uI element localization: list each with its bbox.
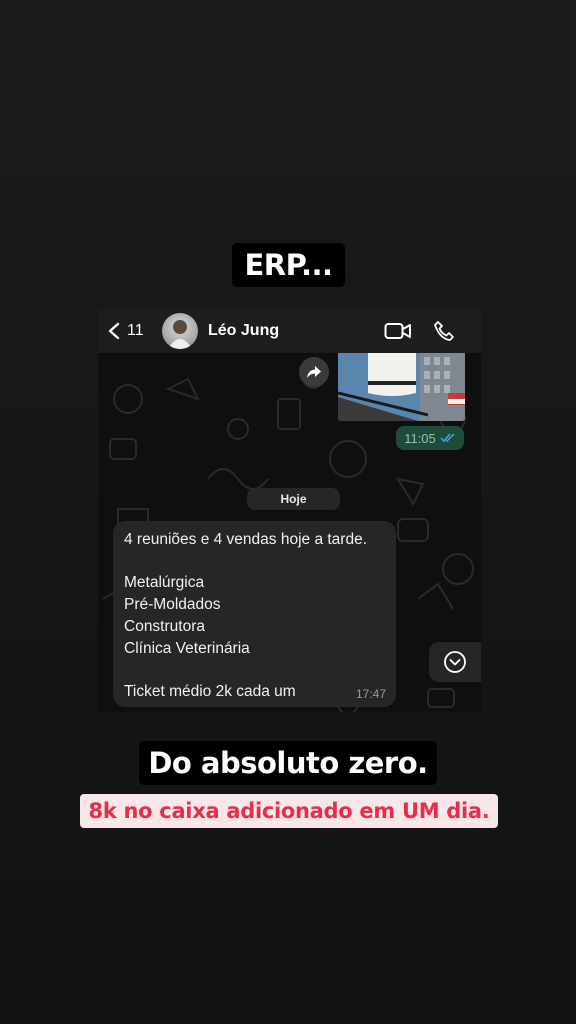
chevron-left-icon[interactable] xyxy=(107,322,121,340)
sent-time: 11:05 xyxy=(404,430,436,446)
double-check-icon xyxy=(440,433,455,443)
caption-top: ERP... xyxy=(232,243,345,287)
forward-button[interactable] xyxy=(299,357,329,387)
scroll-to-bottom-button[interactable] xyxy=(429,642,481,682)
message-text: 4 reuniões e 4 vendas hoje a tarde. Meta… xyxy=(124,531,368,700)
caption-highlight: 8k no caixa adicionado em UM dia. xyxy=(80,794,498,828)
message-time: 17:47 xyxy=(355,687,386,701)
shared-photo-thumbnail[interactable] xyxy=(338,353,465,421)
received-message[interactable]: 4 reuniões e 4 vendas hoje a tarde. Meta… xyxy=(113,521,396,707)
date-divider: Hoje xyxy=(247,488,340,510)
video-call-icon[interactable] xyxy=(384,321,412,341)
phone-icon[interactable] xyxy=(433,320,455,342)
sent-message-status: 11:05 xyxy=(396,426,464,450)
contact-avatar[interactable] xyxy=(162,313,198,349)
chevron-down-icon xyxy=(444,651,466,673)
whatsapp-screenshot: 11 Léo Jung 11:05 Hoje 4 reuniões e 4 ve xyxy=(98,309,481,712)
chat-header: 11 Léo Jung xyxy=(98,309,481,353)
caption-middle: Do absoluto zero. xyxy=(139,741,437,785)
forward-icon xyxy=(307,366,321,378)
contact-name[interactable]: Léo Jung xyxy=(208,322,279,340)
unread-count[interactable]: 11 xyxy=(127,322,144,340)
